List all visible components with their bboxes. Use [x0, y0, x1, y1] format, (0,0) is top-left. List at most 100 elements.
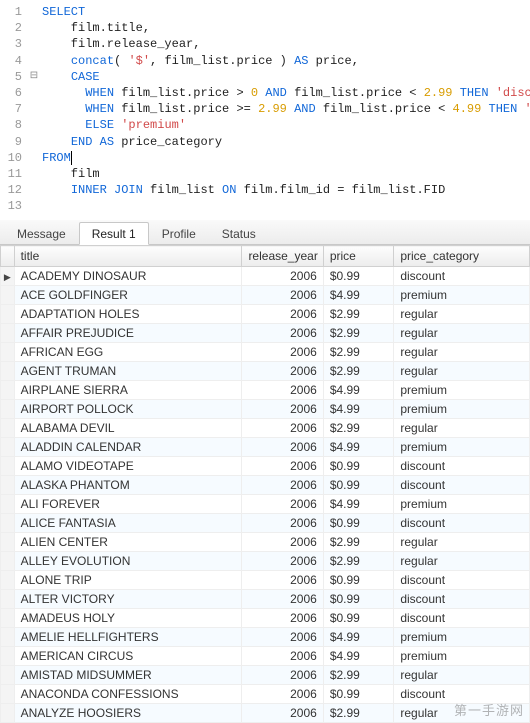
cell-price_category[interactable]: premium [394, 400, 530, 419]
cell-title[interactable]: AMERICAN CIRCUS [14, 647, 242, 666]
cell-release_year[interactable]: 2006 [242, 400, 323, 419]
cell-release_year[interactable]: 2006 [242, 381, 323, 400]
result-grid[interactable]: title release_year price price_category … [0, 245, 530, 723]
table-row[interactable]: ADAPTATION HOLES2006$2.99regular [1, 305, 530, 324]
cell-release_year[interactable]: 2006 [242, 419, 323, 438]
cell-price_category[interactable]: regular [394, 305, 530, 324]
cell-price_category[interactable]: discount [394, 267, 530, 286]
code-line[interactable]: 11 film [0, 166, 530, 182]
code-content[interactable]: WHEN film_list.price > 0 AND film_list.p… [40, 85, 530, 101]
cell-title[interactable]: AIRPLANE SIERRA [14, 381, 242, 400]
cell-price[interactable]: $4.99 [323, 438, 394, 457]
code-line[interactable]: 8 ELSE 'premium' [0, 117, 530, 133]
code-content[interactable]: CASE [40, 69, 100, 85]
cell-price_category[interactable]: regular [394, 419, 530, 438]
code-line[interactable]: 9 END AS price_category [0, 134, 530, 150]
cell-price_category[interactable]: regular [394, 324, 530, 343]
cell-title[interactable]: ALICE FANTASIA [14, 514, 242, 533]
cell-price_category[interactable]: discount [394, 590, 530, 609]
cell-release_year[interactable]: 2006 [242, 552, 323, 571]
cell-price[interactable]: $0.99 [323, 571, 394, 590]
cell-price[interactable]: $2.99 [323, 324, 394, 343]
cell-title[interactable]: ADAPTATION HOLES [14, 305, 242, 324]
code-content[interactable]: ELSE 'premium' [40, 117, 186, 133]
cell-price[interactable]: $2.99 [323, 343, 394, 362]
cell-price[interactable]: $0.99 [323, 685, 394, 704]
cell-price_category[interactable]: premium [394, 495, 530, 514]
table-row[interactable]: AIRPLANE SIERRA2006$4.99premium [1, 381, 530, 400]
table-row[interactable]: ALICE FANTASIA2006$0.99discount [1, 514, 530, 533]
cell-release_year[interactable]: 2006 [242, 666, 323, 685]
code-line[interactable]: 3 film.release_year, [0, 36, 530, 52]
code-line[interactable]: 7 WHEN film_list.price >= 2.99 AND film_… [0, 101, 530, 117]
cell-price_category[interactable]: regular [394, 533, 530, 552]
cell-release_year[interactable]: 2006 [242, 362, 323, 381]
cell-price[interactable]: $4.99 [323, 381, 394, 400]
cell-price[interactable]: $4.99 [323, 647, 394, 666]
table-row[interactable]: ANALYZE HOOSIERS2006$2.99regular [1, 704, 530, 723]
table-row[interactable]: AFFAIR PREJUDICE2006$2.99regular [1, 324, 530, 343]
code-line[interactable]: 6 WHEN film_list.price > 0 AND film_list… [0, 85, 530, 101]
cell-title[interactable]: ALIEN CENTER [14, 533, 242, 552]
cell-price_category[interactable]: regular [394, 704, 530, 723]
table-row[interactable]: ALTER VICTORY2006$0.99discount [1, 590, 530, 609]
tab-status[interactable]: Status [209, 222, 269, 244]
table-row[interactable]: ALADDIN CALENDAR2006$4.99premium [1, 438, 530, 457]
table-row[interactable]: AIRPORT POLLOCK2006$4.99premium [1, 400, 530, 419]
code-content[interactable]: film.release_year, [40, 36, 200, 52]
cell-title[interactable]: AMADEUS HOLY [14, 609, 242, 628]
cell-price[interactable]: $0.99 [323, 267, 394, 286]
code-line[interactable]: 12 INNER JOIN film_list ON film.film_id … [0, 182, 530, 198]
cell-title[interactable]: AMISTAD MIDSUMMER [14, 666, 242, 685]
code-line[interactable]: 1SELECT [0, 4, 530, 20]
cell-title[interactable]: ALASKA PHANTOM [14, 476, 242, 495]
cell-price[interactable]: $4.99 [323, 628, 394, 647]
cell-release_year[interactable]: 2006 [242, 685, 323, 704]
cell-title[interactable]: ALI FOREVER [14, 495, 242, 514]
cell-title[interactable]: AIRPORT POLLOCK [14, 400, 242, 419]
table-row[interactable]: ALASKA PHANTOM2006$0.99discount [1, 476, 530, 495]
table-row[interactable]: AMELIE HELLFIGHTERS2006$4.99premium [1, 628, 530, 647]
cell-price[interactable]: $0.99 [323, 609, 394, 628]
col-header-release-year[interactable]: release_year [242, 246, 323, 267]
cell-price[interactable]: $2.99 [323, 666, 394, 685]
code-line[interactable]: 5⊟ CASE [0, 69, 530, 85]
cell-price_category[interactable]: discount [394, 685, 530, 704]
cell-price_category[interactable]: discount [394, 609, 530, 628]
cell-price[interactable]: $0.99 [323, 514, 394, 533]
code-content[interactable] [40, 198, 42, 214]
cell-release_year[interactable]: 2006 [242, 647, 323, 666]
cell-title[interactable]: AMELIE HELLFIGHTERS [14, 628, 242, 647]
table-row[interactable]: ALONE TRIP2006$0.99discount [1, 571, 530, 590]
code-line[interactable]: 2 film.title, [0, 20, 530, 36]
cell-release_year[interactable]: 2006 [242, 514, 323, 533]
cell-price[interactable]: $2.99 [323, 419, 394, 438]
cell-release_year[interactable]: 2006 [242, 305, 323, 324]
cell-title[interactable]: ALTER VICTORY [14, 590, 242, 609]
cell-price_category[interactable]: premium [394, 628, 530, 647]
code-content[interactable]: WHEN film_list.price >= 2.99 AND film_li… [40, 101, 530, 117]
cell-price_category[interactable]: premium [394, 286, 530, 305]
cell-price[interactable]: $2.99 [323, 552, 394, 571]
cell-release_year[interactable]: 2006 [242, 476, 323, 495]
tab-message[interactable]: Message [4, 222, 79, 244]
cell-title[interactable]: AGENT TRUMAN [14, 362, 242, 381]
cell-title[interactable]: ACADEMY DINOSAUR [14, 267, 242, 286]
cell-release_year[interactable]: 2006 [242, 267, 323, 286]
cell-release_year[interactable]: 2006 [242, 590, 323, 609]
fold-marker-icon[interactable]: ⊟ [28, 69, 40, 85]
cell-price[interactable]: $0.99 [323, 457, 394, 476]
table-row[interactable]: ANACONDA CONFESSIONS2006$0.99discount [1, 685, 530, 704]
table-row[interactable]: ALLEY EVOLUTION2006$2.99regular [1, 552, 530, 571]
cell-price_category[interactable]: discount [394, 514, 530, 533]
table-row[interactable]: ACE GOLDFINGER2006$4.99premium [1, 286, 530, 305]
cell-title[interactable]: ALAMO VIDEOTAPE [14, 457, 242, 476]
cell-price[interactable]: $0.99 [323, 476, 394, 495]
cell-price[interactable]: $4.99 [323, 495, 394, 514]
cell-release_year[interactable]: 2006 [242, 533, 323, 552]
cell-title[interactable]: ALONE TRIP [14, 571, 242, 590]
cell-release_year[interactable]: 2006 [242, 286, 323, 305]
code-content[interactable]: film.title, [40, 20, 150, 36]
cell-release_year[interactable]: 2006 [242, 628, 323, 647]
table-row[interactable]: AMERICAN CIRCUS2006$4.99premium [1, 647, 530, 666]
